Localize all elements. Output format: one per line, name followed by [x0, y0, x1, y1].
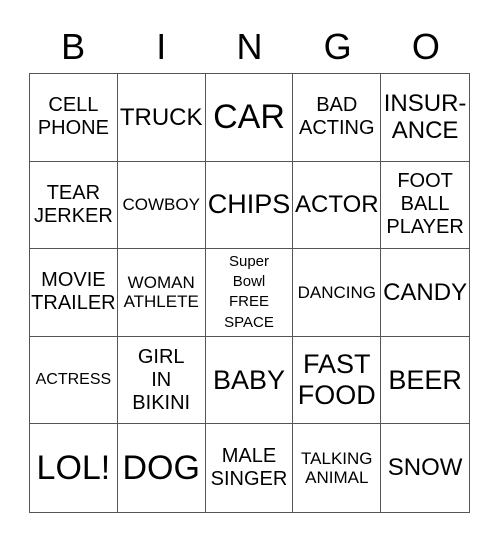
- bingo-cell[interactable]: ACTOR: [293, 161, 382, 250]
- bingo-cell[interactable]: CELL PHONE: [30, 74, 118, 162]
- bingo-cell[interactable]: TRUCK: [117, 74, 206, 162]
- bingo-cell[interactable]: COWBOY: [117, 161, 206, 250]
- bingo-cell[interactable]: ACTRESS: [30, 336, 118, 425]
- bingo-cell[interactable]: CHIPS: [205, 161, 294, 250]
- header-letter-g: G: [323, 26, 352, 67]
- header-letter-n: N: [236, 26, 263, 67]
- bingo-cell[interactable]: BEER: [381, 337, 469, 425]
- bingo-cell[interactable]: BABY: [205, 336, 294, 425]
- bingo-cell[interactable]: MALE SINGER: [206, 424, 294, 512]
- bingo-cell[interactable]: DANCING: [293, 249, 382, 337]
- bingo-cell[interactable]: DOG: [118, 424, 206, 512]
- bingo-cell[interactable]: GIRL IN BIKINI: [117, 336, 206, 425]
- bingo-cell[interactable]: LOL!: [30, 424, 118, 512]
- bingo-grid: CELL PHONE TRUCK CAR BAD ACTING INSUR- ANCE T…: [29, 73, 470, 513]
- header-letter-i: I: [156, 26, 167, 67]
- free-space-cell[interactable]: Super Bowl FREE SPACE: [205, 249, 294, 337]
- bingo-cell[interactable]: TALKING ANIMAL: [293, 424, 382, 512]
- bingo-cell[interactable]: CAR: [205, 74, 294, 162]
- bingo-header: B I N G O: [29, 22, 470, 72]
- bingo-cell[interactable]: FAST FOOD: [293, 336, 382, 425]
- header-letter-b: B: [61, 26, 86, 67]
- bingo-cell[interactable]: FOOT BALL PLAYER: [381, 162, 469, 250]
- bingo-cell[interactable]: TEAR JERKER: [30, 161, 118, 250]
- bingo-cell[interactable]: WOMAN ATHLETE: [117, 249, 206, 337]
- bingo-cell[interactable]: BAD ACTING: [293, 74, 382, 162]
- header-letter-o: O: [411, 26, 440, 67]
- bingo-cell[interactable]: MOVIE TRAILER: [30, 249, 118, 337]
- bingo-cell[interactable]: INSUR- ANCE: [381, 74, 469, 162]
- bingo-cell[interactable]: SNOW: [381, 424, 469, 512]
- bingo-cell[interactable]: CANDY: [381, 249, 469, 337]
